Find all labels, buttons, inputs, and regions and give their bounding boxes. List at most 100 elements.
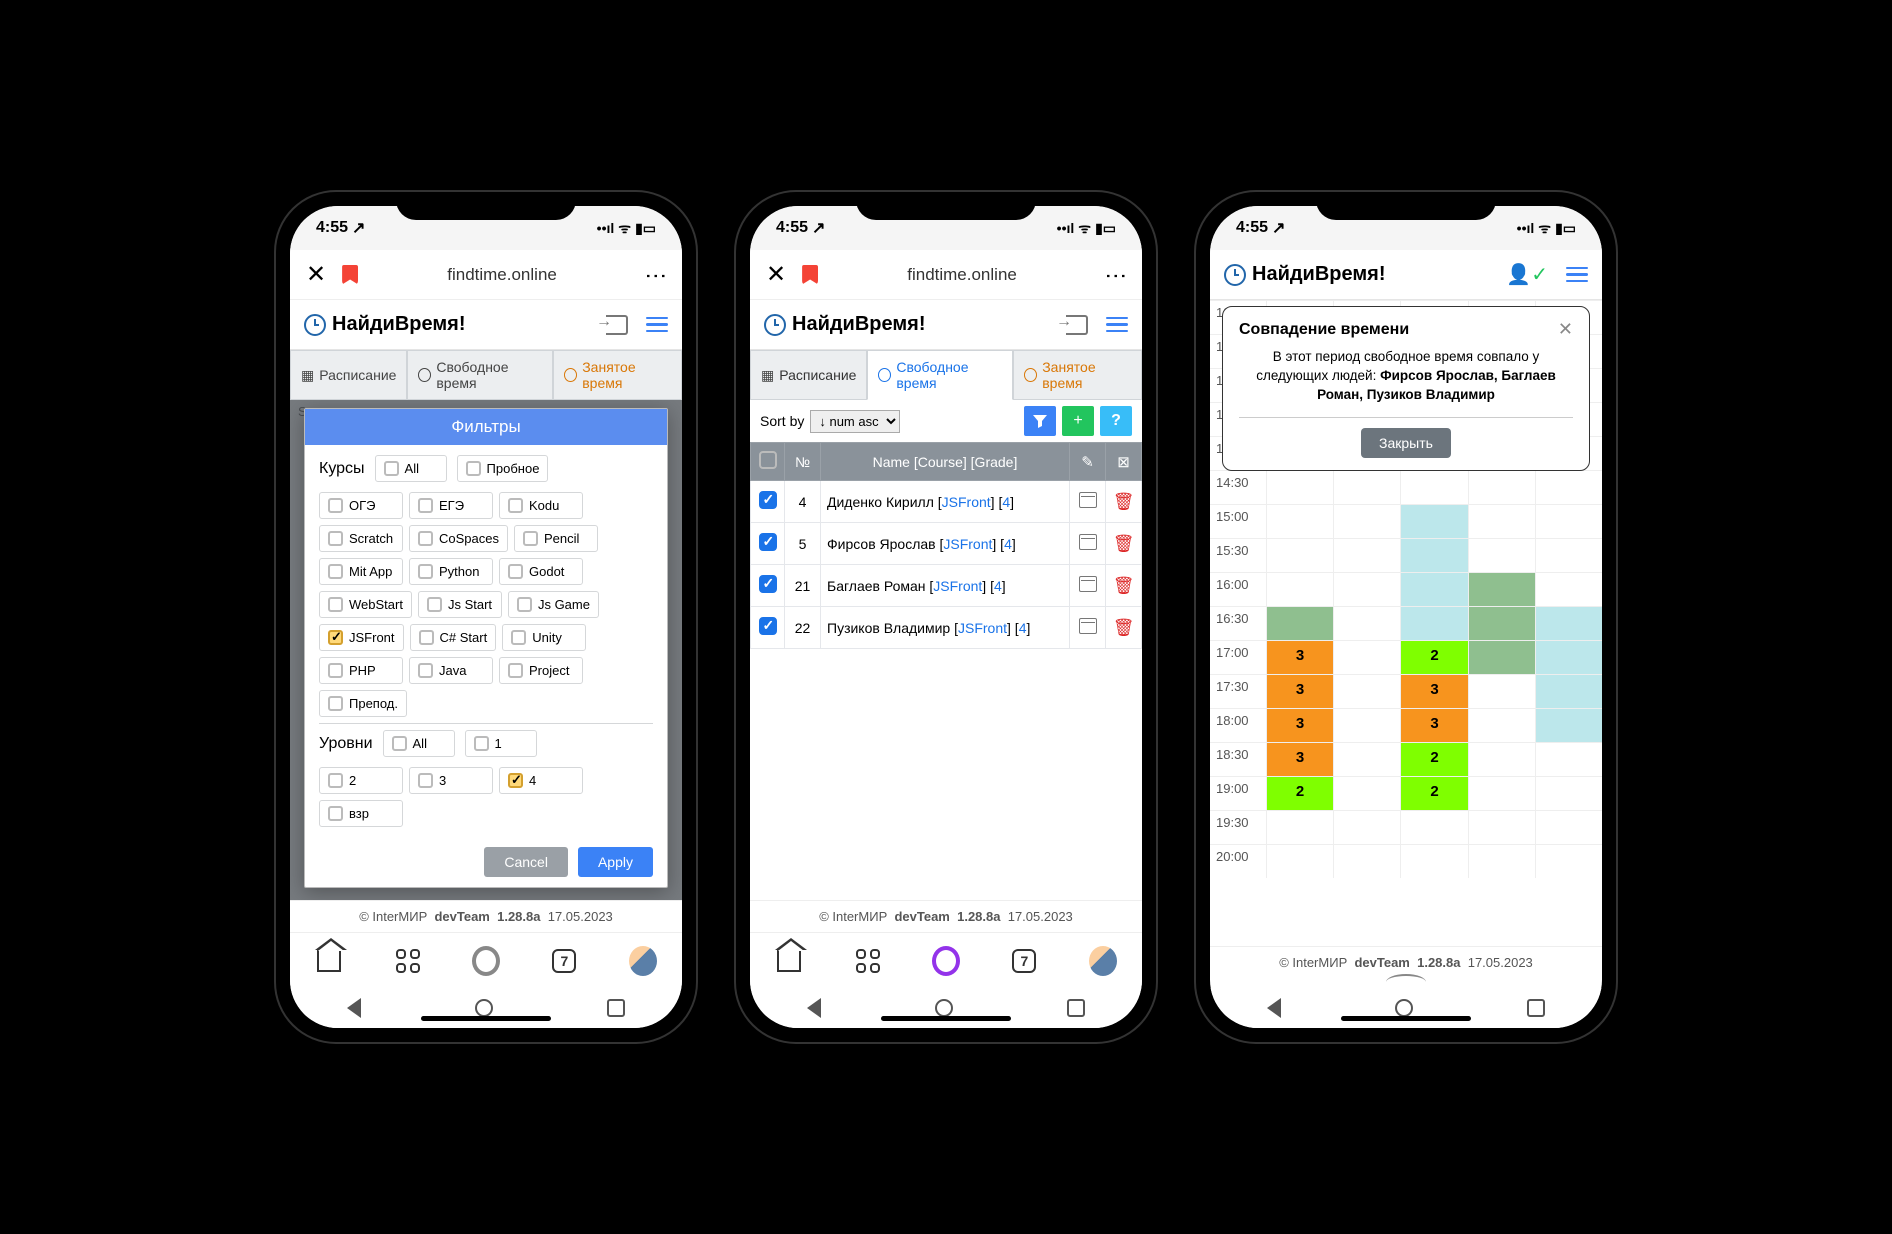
schedule-cell[interactable] [1400, 505, 1467, 538]
schedule-cell[interactable] [1468, 539, 1535, 572]
schedule-cell[interactable] [1266, 471, 1333, 504]
filter-chip-level[interactable]: 3 [409, 767, 493, 794]
sort-select[interactable]: ↓ num asc [810, 410, 900, 433]
tab-busy-time[interactable]: Занятое время [553, 350, 682, 399]
schedule-cell[interactable] [1535, 675, 1602, 708]
browser-tabs-icon[interactable] [394, 947, 422, 975]
schedule-cell[interactable] [1468, 709, 1535, 742]
schedule-cell[interactable] [1333, 505, 1400, 538]
schedule-cell[interactable]: 3 [1266, 675, 1333, 708]
row-checkbox[interactable] [759, 491, 777, 509]
trash-icon[interactable]: 🗑 [1113, 492, 1135, 511]
schedule-cell[interactable] [1468, 675, 1535, 708]
schedule-cell[interactable] [1333, 709, 1400, 742]
schedule-content[interactable]: 12 12 13 13 14:00 14:30 15:00 15:30 16:0… [1210, 300, 1602, 946]
nav-back-icon[interactable] [1267, 998, 1281, 1018]
schedule-cell[interactable]: 3 [1266, 743, 1333, 776]
row-name[interactable]: Пузиков Владимир [JSFront] [4] [821, 607, 1070, 649]
nav-home-icon[interactable] [935, 999, 953, 1017]
help-button[interactable]: ? [1100, 406, 1132, 436]
hamburger-menu-icon[interactable] [646, 317, 668, 333]
login-icon[interactable] [1066, 315, 1088, 335]
cancel-button[interactable]: Cancel [484, 847, 568, 877]
nav-recent-icon[interactable] [1527, 999, 1545, 1017]
row-checkbox[interactable] [759, 533, 777, 551]
schedule-cell[interactable] [1468, 743, 1535, 776]
calendar-icon[interactable] [1079, 492, 1097, 508]
select-all-checkbox[interactable] [759, 451, 777, 469]
filter-chip-course[interactable]: PHP [319, 657, 403, 684]
schedule-cell[interactable] [1400, 845, 1467, 878]
browser-assistant-icon[interactable] [472, 947, 500, 975]
nav-back-icon[interactable] [347, 998, 361, 1018]
schedule-cell[interactable]: 2 [1400, 641, 1467, 674]
browser-profile-icon[interactable] [1089, 947, 1117, 975]
filter-chip-course[interactable]: C# Start [410, 624, 497, 651]
col-name[interactable]: Name [Course] [Grade] [821, 443, 1070, 481]
filter-chip-course[interactable]: Js Game [508, 591, 599, 618]
browser-home-icon[interactable] [315, 947, 343, 975]
row-name[interactable]: Диденко Кирилл [JSFront] [4] [821, 481, 1070, 523]
schedule-cell[interactable] [1333, 539, 1400, 572]
bookmark-icon[interactable] [342, 265, 358, 285]
schedule-cell[interactable] [1468, 641, 1535, 674]
hamburger-menu-icon[interactable] [1106, 317, 1128, 333]
schedule-cell[interactable] [1468, 607, 1535, 640]
filter-chip-level[interactable]: взр [319, 800, 403, 827]
url-text[interactable]: findtime.online [834, 265, 1090, 285]
filter-chip-course[interactable]: Scratch [319, 525, 403, 552]
tab-free-time[interactable]: Свободное время [407, 350, 553, 399]
schedule-cell[interactable] [1333, 845, 1400, 878]
user-check-icon[interactable]: 👤✓ [1506, 262, 1548, 287]
close-tab-icon[interactable]: ✕ [766, 260, 786, 289]
col-num[interactable]: № [785, 443, 821, 481]
row-checkbox[interactable] [759, 617, 777, 635]
browser-profile-icon[interactable] [629, 947, 657, 975]
row-checkbox[interactable] [759, 575, 777, 593]
filter-chip-course[interactable]: ОГЭ [319, 492, 403, 519]
schedule-cell[interactable] [1468, 573, 1535, 606]
schedule-cell[interactable] [1333, 675, 1400, 708]
filter-chip-level[interactable]: 4 [499, 767, 583, 794]
schedule-cell[interactable]: 2 [1400, 777, 1467, 810]
filter-chip-course[interactable]: Pencil [514, 525, 598, 552]
schedule-cell[interactable] [1333, 777, 1400, 810]
filter-chip-course[interactable]: WebStart [319, 591, 412, 618]
row-name[interactable]: Баглаев Роман [JSFront] [4] [821, 565, 1070, 607]
url-text[interactable]: findtime.online [374, 265, 630, 285]
schedule-cell[interactable] [1468, 505, 1535, 538]
trash-icon[interactable]: 🗑 [1113, 576, 1135, 595]
schedule-cell[interactable] [1266, 539, 1333, 572]
schedule-cell[interactable] [1468, 811, 1535, 844]
schedule-cell[interactable] [1535, 471, 1602, 504]
schedule-cell[interactable]: 3 [1400, 709, 1467, 742]
filter-chip-course[interactable]: Python [409, 558, 493, 585]
filter-chip-trial[interactable]: Пробное [457, 455, 549, 482]
filter-chip-all-levels[interactable]: All [383, 730, 455, 757]
schedule-cell[interactable] [1266, 607, 1333, 640]
filter-chip-course[interactable]: Js Start [418, 591, 502, 618]
filter-chip-course[interactable]: Unity [502, 624, 586, 651]
add-button[interactable]: + [1062, 406, 1094, 436]
browser-assistant-icon[interactable] [932, 947, 960, 975]
tab-busy-time[interactable]: Занятое время [1013, 350, 1142, 399]
schedule-cell[interactable] [1468, 471, 1535, 504]
login-icon[interactable] [606, 315, 628, 335]
schedule-cell[interactable] [1468, 777, 1535, 810]
schedule-cell[interactable] [1400, 573, 1467, 606]
nav-home-icon[interactable] [475, 999, 493, 1017]
row-name[interactable]: Фирсов Ярослав [JSFront] [4] [821, 523, 1070, 565]
filter-chip-course[interactable]: Java [409, 657, 493, 684]
browser-tabcount-icon[interactable]: 7 [550, 947, 578, 975]
schedule-cell[interactable] [1535, 539, 1602, 572]
schedule-cell[interactable] [1333, 607, 1400, 640]
browser-tabcount-icon[interactable]: 7 [1010, 947, 1038, 975]
filter-chip-course[interactable]: Препод. [319, 690, 407, 717]
schedule-cell[interactable] [1535, 743, 1602, 776]
schedule-cell[interactable] [1266, 505, 1333, 538]
schedule-cell[interactable]: 2 [1400, 743, 1467, 776]
schedule-cell[interactable]: 2 [1266, 777, 1333, 810]
schedule-cell[interactable] [1266, 573, 1333, 606]
schedule-cell[interactable] [1535, 845, 1602, 878]
schedule-cell[interactable] [1535, 811, 1602, 844]
